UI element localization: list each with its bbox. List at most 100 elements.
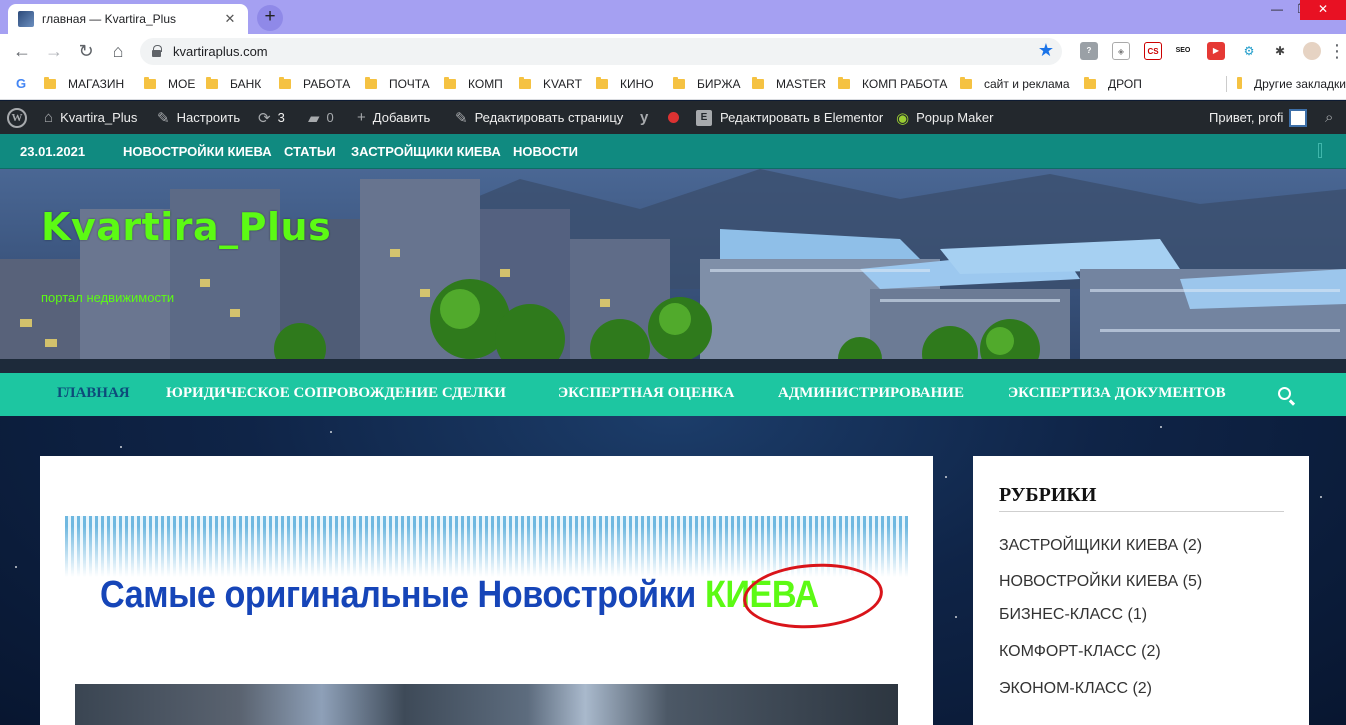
url-text: kvartiraplus.com: [173, 44, 268, 59]
admin-greeting: Привет, profi: [1209, 110, 1284, 125]
admin-popup-maker-link[interactable]: ◉ Popup Maker: [896, 101, 993, 134]
top-link-stati[interactable]: СТАТЬИ: [284, 144, 336, 159]
nav-item-document-expertise[interactable]: ЭКСПЕРТИЗА ДОКУМЕНТОВ: [1008, 385, 1226, 402]
admin-site-link[interactable]: ⌂ Kvartira_Plus: [44, 101, 137, 134]
category-label[interactable]: ЭКОНОМ-КЛАСС: [999, 680, 1128, 697]
admin-account-menu[interactable]: Привет, profi: [1209, 101, 1308, 134]
extension-2-icon[interactable]: ◈: [1112, 42, 1130, 60]
reload-icon[interactable]: ↻: [74, 39, 98, 63]
admin-comments-link[interactable]: ▰ 0: [308, 101, 334, 134]
category-count: (2): [1141, 643, 1161, 660]
top-link-novostroyki[interactable]: НОВОСТРОЙКИ КИЕВА: [123, 144, 272, 159]
bookmark-label: МОЕ: [168, 77, 196, 91]
nav-item-glavnaya[interactable]: ГЛАВНАЯ: [57, 385, 130, 402]
home-icon: ⌂: [44, 109, 54, 126]
social-icon[interactable]: [1318, 143, 1322, 158]
bookmark-folder[interactable]: ПОЧТА: [365, 76, 430, 92]
bookmark-folder[interactable]: МОЕ: [144, 76, 195, 92]
tab-close-icon[interactable]: ✕: [222, 11, 238, 27]
top-link-novosti[interactable]: НОВОСТИ: [513, 144, 578, 159]
browser-tab-active[interactable]: главная — Kvartira_Plus ✕: [8, 4, 248, 34]
wordpress-icon: W: [7, 107, 27, 128]
category-item[interactable]: ЗАСТРОЙЩИКИ КИЕВА (2): [999, 537, 1202, 555]
popup-maker-icon: ◉: [896, 109, 910, 127]
nav-item-legal-support[interactable]: ЮРИДИЧЕСКОЕ СОПРОВОЖДЕНИЕ СДЕЛКИ: [166, 385, 506, 402]
browser-menu-icon[interactable]: ⋮: [1328, 39, 1346, 63]
folder-icon: [44, 77, 56, 89]
seo-score-indicator[interactable]: [668, 101, 679, 134]
category-item[interactable]: БИЗНЕС-КЛАСС (1): [999, 606, 1147, 624]
bookmark-folder[interactable]: MASTER: [752, 76, 826, 92]
bookmark-folder[interactable]: КОМП РАБОТА: [838, 76, 947, 92]
profile-avatar[interactable]: ●: [1303, 42, 1321, 60]
admin-updates-link[interactable]: ⟳ 3: [258, 101, 285, 134]
category-count: (5): [1182, 573, 1203, 590]
admin-edit-page-label: Редактировать страницу: [474, 110, 624, 125]
category-item[interactable]: КОМФОРТ-КЛАСС (2): [999, 643, 1161, 661]
close-window-button[interactable]: ✕: [1300, 0, 1346, 20]
nav-item-expert-valuation[interactable]: ЭКСПЕРТНАЯ ОЦЕНКА: [558, 385, 734, 402]
bookmarks-bar: G МАГАЗИН МОЕ БАНК РАБОТА ПОЧТА КОМП KVA…: [0, 68, 1346, 100]
extension-cs-icon[interactable]: CS: [1144, 42, 1162, 60]
site-title[interactable]: Kvartira_Plus: [41, 205, 331, 249]
bookmark-folder[interactable]: сайт и реклама: [960, 76, 1070, 92]
admin-updates-count: 3: [277, 110, 285, 125]
top-link-zastroyshchiki[interactable]: ЗАСТРОЙЩИКИ КИЕВА: [351, 144, 501, 159]
new-tab-button[interactable]: +: [257, 5, 283, 31]
star-decoration: [1160, 426, 1162, 428]
browser-tabstrip: главная — Kvartira_Plus ✕ + — ❐ ✕: [0, 0, 1346, 34]
address-bar[interactable]: kvartiraplus.com ★: [140, 38, 1062, 65]
forward-icon[interactable]: →: [42, 39, 66, 63]
admin-site-label: Kvartira_Plus: [60, 110, 138, 125]
back-icon[interactable]: ←: [10, 39, 34, 63]
yoast-seo-menu[interactable]: y: [640, 101, 655, 134]
bookmark-folder[interactable]: БИРЖА: [673, 76, 740, 92]
admin-search-button[interactable]: ⌕: [1325, 101, 1340, 134]
category-label[interactable]: БИЗНЕС-КЛАСС: [999, 606, 1123, 623]
extension-1-icon[interactable]: ?: [1080, 42, 1098, 60]
bookmark-star-icon[interactable]: ★: [1038, 40, 1054, 61]
headline-main-text: Самые оригинальные Новостройки: [100, 574, 696, 616]
category-item[interactable]: ЭКОНОМ-КЛАСС (2): [999, 680, 1152, 698]
admin-add-link[interactable]: + Добавить: [357, 101, 430, 134]
bookmark-other[interactable]: Другие закладки: [1226, 76, 1346, 92]
extensions-puzzle-icon[interactable]: ✱: [1271, 42, 1289, 60]
category-label[interactable]: ЗАСТРОЙЩИКИ КИЕВА: [999, 537, 1178, 554]
wp-logo-menu[interactable]: W: [7, 101, 27, 134]
folder-icon: [279, 77, 291, 89]
search-icon[interactable]: [1278, 387, 1291, 400]
admin-edit-page-link[interactable]: ✎ Редактировать страницу: [455, 101, 623, 134]
admin-comments-count: 0: [326, 110, 334, 125]
extension-red-icon[interactable]: ▶: [1207, 42, 1225, 60]
bookmark-folder[interactable]: KVART: [519, 76, 582, 92]
lock-icon[interactable]: [152, 45, 162, 57]
folder-icon: [365, 77, 377, 89]
category-item[interactable]: НОВОСТРОЙКИ КИЕВА (5): [999, 573, 1202, 591]
bookmark-label: ДРОП: [1108, 77, 1142, 91]
extension-seo-icon[interactable]: SEO: [1174, 42, 1192, 60]
main-navigation: ГЛАВНАЯ ЮРИДИЧЕСКОЕ СОПРОВОЖДЕНИЕ СДЕЛКИ…: [0, 373, 1346, 416]
bookmark-folder[interactable]: МАГАЗИН: [44, 76, 124, 92]
google-icon: G: [15, 76, 27, 91]
category-label[interactable]: НОВОСТРОЙКИ КИЕВА: [999, 573, 1178, 590]
elementor-icon: E: [696, 109, 712, 126]
extension-blue-icon[interactable]: ⚙: [1240, 42, 1258, 60]
star-decoration: [15, 566, 17, 568]
category-label[interactable]: КОМФОРТ-КЛАСС: [999, 643, 1137, 660]
bookmark-folder[interactable]: КИНО: [596, 76, 654, 92]
bookmark-google[interactable]: G: [14, 76, 28, 92]
bookmark-folder[interactable]: БАНК: [206, 76, 261, 92]
admin-customize-link[interactable]: ✎ Настроить: [157, 101, 240, 134]
site-top-bar: 23.01.2021 НОВОСТРОЙКИ КИЕВА СТАТЬИ ЗАСТ…: [0, 134, 1346, 169]
folder-icon: [1237, 77, 1243, 89]
featured-image[interactable]: [75, 684, 898, 725]
admin-elementor-link[interactable]: E Редактировать в Elementor: [696, 101, 883, 134]
nav-item-administration[interactable]: АДМИНИСТРИРОВАНИЕ: [778, 385, 964, 402]
bookmark-label: КОМП РАБОТА: [862, 77, 948, 91]
home-icon[interactable]: ⌂: [106, 39, 130, 63]
bookmark-folder[interactable]: КОМП: [444, 76, 503, 92]
bookmark-folder[interactable]: РАБОТА: [279, 76, 350, 92]
bookmark-folder[interactable]: ДРОП: [1084, 76, 1142, 92]
widget-title: РУБРИКИ: [999, 484, 1097, 506]
admin-elementor-label: Редактировать в Elementor: [720, 110, 884, 125]
